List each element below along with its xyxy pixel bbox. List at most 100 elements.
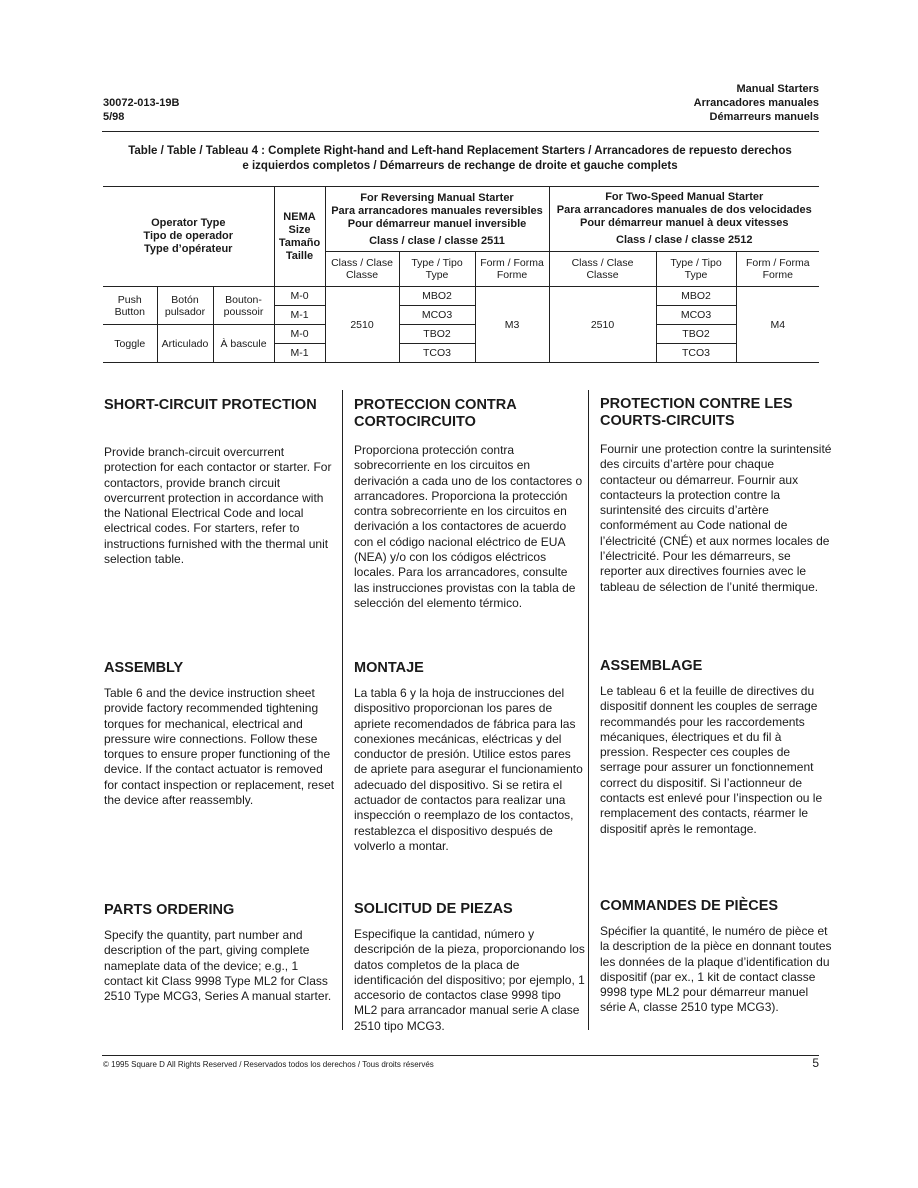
header-rule	[102, 131, 819, 132]
rev-form-cell: M3	[474, 286, 550, 363]
subheader-text: Class / Clase	[571, 257, 634, 269]
two-type-cell: TBO2	[655, 324, 737, 344]
table-caption-line-2: e izquierdos completos / Démarreurs de r…	[242, 160, 678, 172]
section-heading: COMMANDES DE PIÈCES	[600, 898, 779, 914]
copyright-notice: © 1995 Square D All Rights Reserved / Re…	[103, 1060, 434, 1069]
subheader-text: Form / Forma	[745, 257, 810, 269]
rev-type-cell: TBO2	[398, 324, 476, 344]
two-type-cell: MBO2	[655, 286, 737, 306]
rev-form-subheader: Form / Forma Forme	[474, 251, 550, 287]
nema-size-cell: M-1	[273, 343, 326, 363]
section-heading: PROTECCION CONTRA CORTOCIRCUITO	[354, 397, 517, 430]
section-body: Provide branch-circuit overcurrent prote…	[104, 445, 332, 567]
subheader-text: Classe	[345, 269, 379, 281]
section-short-circuit-fr: PROTECTION CONTRE LES COURTS-CIRCUITS Fo…	[600, 396, 832, 595]
section-parts-ordering-en: PARTS ORDERING Specify the quantity, par…	[104, 902, 336, 1004]
page-number: 5	[812, 1056, 819, 1070]
header-text: Size	[288, 223, 311, 236]
nema-size-cell: M-0	[273, 324, 326, 344]
title-es: Arrancadores manuales	[693, 97, 819, 109]
header-text: Taille	[285, 249, 314, 262]
title-fr: Démarreurs manuels	[709, 111, 819, 123]
section-body: Spécifier la quantité, le numéro de pièc…	[600, 924, 832, 1015]
table-row: Toggle Articulado À bascule M-0 TBO2 TBO…	[103, 324, 819, 363]
nema-size-cell: M-1	[273, 305, 326, 325]
header-text: Para arrancadores manuales de dos veloci…	[556, 204, 812, 216]
section-heading: SHORT-CIRCUIT PROTECTION	[104, 397, 317, 413]
operator-es-cell: Botón pulsador	[156, 286, 214, 325]
section-assembly-en: ASSEMBLY Table 6 and the device instruct…	[104, 660, 336, 808]
section-assembly-es: MONTAJE La tabla 6 y la hoja de instrucc…	[354, 660, 586, 854]
header-text: Operator Type	[151, 217, 226, 229]
header-text: Para arrancadores manuales reversibles	[331, 205, 543, 217]
subheader-text: Type / Tipo	[670, 257, 722, 269]
subheader-text: Class / Clase	[331, 257, 393, 269]
two-form-subheader: Form / Forma Forme	[735, 251, 819, 287]
two-type-cell: MCO3	[655, 305, 737, 325]
table-caption: Table / Table / Tableau 4 : Complete Rig…	[100, 144, 820, 174]
document-title-block: Manual Starters Arrancadores manuales Dé…	[694, 82, 819, 124]
two-class-subheader: Class / Clase Classe	[548, 251, 657, 287]
two-type-subheader: Type / Tipo Type	[655, 251, 737, 287]
section-body: Le tableau 6 et la feuille de directives…	[600, 684, 823, 836]
two-class-cell: 2510	[548, 286, 657, 363]
rev-type-cell: MCO3	[398, 305, 476, 325]
cell-text: Botón	[171, 293, 199, 306]
two-speed-starter-header: For Two-Speed Manual Starter Para arranc…	[548, 186, 819, 252]
section-heading: ASSEMBLAGE	[600, 658, 703, 674]
subheader-text: Forme	[762, 269, 793, 281]
header-text: For Reversing Manual Starter	[360, 192, 514, 204]
header-text: Tipo de operador	[143, 230, 234, 242]
header-text: For Two-Speed Manual Starter	[605, 191, 764, 203]
rev-class-subheader: Class / Clase Classe	[324, 251, 400, 287]
operator-en-cell: Push Button	[103, 286, 158, 325]
section-body: Specify the quantity, part number and de…	[104, 928, 332, 1004]
document-date: 5/98	[103, 111, 125, 123]
document-number: 30072-013-19B	[103, 97, 180, 109]
section-heading: MONTAJE	[354, 660, 424, 676]
table-row: Push Button Botón pulsador Bouton- pouss…	[103, 286, 819, 363]
section-heading: SOLICITUD DE PIEZAS	[354, 901, 513, 917]
nema-size-header: NEMA Size Tamaño Taille	[273, 186, 326, 287]
class-label: Class / clase / classe 2511	[369, 235, 505, 247]
cell-text: poussoir	[223, 305, 264, 318]
rev-type-cell: MBO2	[398, 286, 476, 306]
section-parts-ordering-fr: COMMANDES DE PIÈCES Spécifier la quantit…	[600, 898, 832, 1016]
section-heading: PROTECTION CONTRE LES COURTS-CIRCUITS	[600, 396, 793, 429]
operator-en-cell: Toggle	[103, 324, 158, 363]
subheader-text: Type	[425, 269, 449, 281]
section-short-circuit-es: PROTECCION CONTRA CORTOCIRCUITO Proporci…	[354, 397, 586, 611]
section-assembly-fr: ASSEMBLAGE Le tableau 6 et la feuille de…	[600, 658, 832, 837]
rev-type-cell: TCO3	[398, 343, 476, 363]
header-text: Type d’opérateur	[144, 243, 233, 255]
subheader-text: Classe	[586, 269, 619, 281]
operator-type-header: Operator Type Tipo de operador Type d’op…	[103, 186, 275, 287]
section-body: Fournir une protection contre la surinte…	[600, 442, 832, 594]
section-heading: ASSEMBLY	[104, 660, 184, 676]
subheader-text: Type	[684, 269, 708, 281]
header-text: Pour démarreur manuel inversible	[347, 218, 527, 230]
subheader-text: Forme	[496, 269, 528, 281]
reversing-starter-header: For Reversing Manual Starter Para arranc…	[324, 186, 550, 252]
rev-class-cell: 2510	[324, 286, 400, 363]
column-divider	[588, 390, 589, 1030]
header-text: NEMA	[283, 210, 316, 223]
header-text: Tamaño	[278, 236, 321, 249]
table-caption-line-1: Table / Table / Tableau 4 : Complete Rig…	[128, 145, 792, 157]
subheader-text: Form / Forma	[480, 257, 544, 269]
section-body: Table 6 and the device instruction sheet…	[104, 686, 335, 808]
section-parts-ordering-es: SOLICITUD DE PIEZAS Especifique la canti…	[354, 901, 586, 1034]
operator-es-cell: Articulado	[156, 324, 214, 363]
replacement-starters-table: Operator Type Tipo de operador Type d’op…	[103, 186, 819, 363]
section-body: La tabla 6 y la hoja de instrucciones de…	[354, 686, 583, 853]
cell-text: pulsador	[164, 305, 206, 318]
section-body: Especifique la cantidad, número y descri…	[354, 927, 585, 1033]
operator-fr-cell: Bouton- poussoir	[212, 286, 275, 325]
header-text: Pour démarreur manuel à deux vitesses	[580, 217, 789, 229]
cell-text: Bouton-	[225, 293, 262, 306]
two-form-cell: M4	[735, 286, 819, 363]
section-heading: PARTS ORDERING	[104, 902, 235, 918]
section-body: Proporciona protección contra sobrecorri…	[354, 443, 583, 610]
cell-text: Push	[117, 293, 142, 306]
document-id-block: 30072-013-19B 5/98	[103, 96, 179, 124]
